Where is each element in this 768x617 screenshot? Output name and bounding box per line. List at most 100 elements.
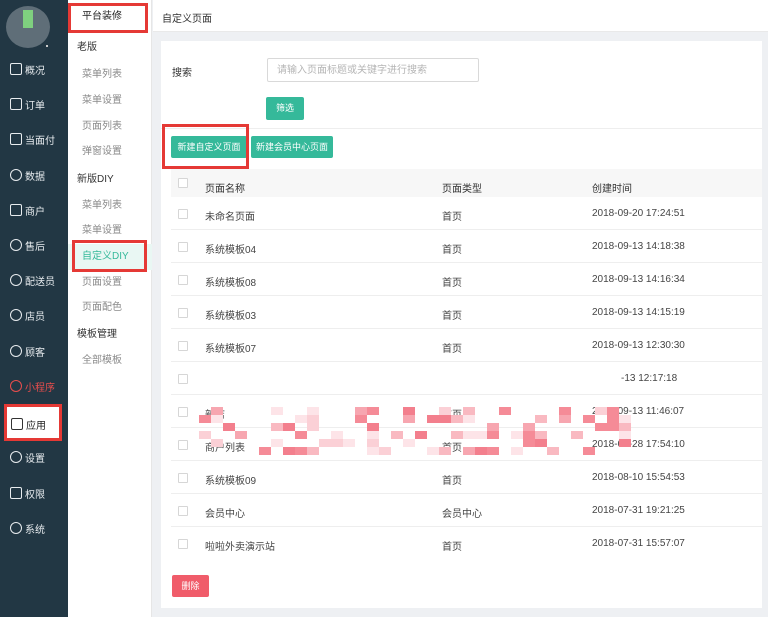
- table-row[interactable]: 系统模板07 首页 2018-09-13 12:30:30: [171, 329, 762, 362]
- nav-item-face-pay[interactable]: 当面付: [0, 122, 68, 156]
- nav-item-permission[interactable]: 权限: [0, 476, 68, 510]
- row-checkbox[interactable]: [178, 242, 188, 252]
- sub-sidebar-title[interactable]: 平台装修: [74, 6, 142, 28]
- settings-icon: [10, 451, 22, 463]
- sub-item-popup-settings-old[interactable]: 弹窗设置: [68, 139, 152, 165]
- new-custom-page-button[interactable]: 新建自定义页面: [171, 136, 247, 158]
- created-time: 2018-07-31 15:57:07: [592, 538, 685, 549]
- page-type: 首页: [442, 344, 462, 355]
- row-checkbox[interactable]: [178, 308, 188, 318]
- page-type: 首页: [442, 212, 462, 223]
- table-row[interactable]: 系统模板04 首页 2018-09-13 14:18:38: [171, 230, 762, 263]
- sub-item-all-templates[interactable]: 全部模板: [68, 348, 152, 374]
- page-name: 系统模板03: [205, 311, 257, 322]
- row-checkbox[interactable]: [178, 374, 188, 384]
- page-name: 系统模板07: [205, 344, 257, 355]
- sub-item-custom-diy[interactable]: 自定义DIY: [68, 244, 152, 270]
- page-name: 系统模板09: [205, 476, 257, 487]
- created-time: 2018-09-20 17:24:51: [592, 208, 685, 219]
- page-type: 首页: [442, 245, 462, 256]
- lock-icon: [10, 487, 22, 499]
- nav-item-customer[interactable]: 顾客: [0, 334, 68, 368]
- created-time: 2018-09-13 11:46:07: [592, 406, 685, 417]
- merchant-icon: [10, 204, 22, 216]
- nav-item-after-sales[interactable]: 售后: [0, 228, 68, 262]
- nav-item-merchant[interactable]: 商户: [0, 193, 68, 227]
- nav-item-app[interactable]: 应用: [6, 407, 60, 441]
- courier-icon: [10, 274, 22, 286]
- page-type: 首页: [442, 476, 462, 487]
- created-time: 2018-09-13 14:15:19: [592, 307, 685, 318]
- column-header-name: 页面名称: [205, 184, 245, 195]
- main-sidebar: 概况 订单 当面付 数据 商户 售后 配送员 店员 顾客 小程序 应用 设置 权…: [0, 0, 68, 617]
- created-time: 2018-09-13 12:30:30: [592, 340, 685, 351]
- table-row[interactable]: 系统模板03 首页 2018-09-13 14:15:19: [171, 296, 762, 329]
- created-time: -13 12:17:18: [621, 373, 678, 384]
- order-icon: [10, 98, 22, 110]
- nav-item-settings[interactable]: 设置: [0, 440, 68, 474]
- table-row[interactable]: 商户列表 首页 2018-08-28 17:54:10: [171, 428, 762, 461]
- search-input[interactable]: [267, 58, 479, 82]
- data-icon: [10, 169, 22, 181]
- created-time: 2018-08-28 17:54:10: [592, 439, 685, 450]
- page-type: 会员中心: [442, 509, 482, 520]
- column-header-type: 页面类型: [442, 184, 482, 195]
- nav-item-overview[interactable]: 概况: [0, 52, 68, 86]
- table-header: 页面名称 页面类型 创建时间: [171, 169, 762, 197]
- row-checkbox[interactable]: [178, 539, 188, 549]
- page-type: 首页: [442, 278, 462, 289]
- nav-item-courier[interactable]: 配送员: [0, 263, 68, 297]
- row-checkbox[interactable]: [178, 275, 188, 285]
- created-time: 2018-08-10 15:54:53: [592, 472, 685, 483]
- table-row[interactable]: 新店 首页 2018-09-13 11:46:07: [171, 395, 762, 428]
- sub-item-menu-settings-old[interactable]: 菜单设置: [68, 88, 152, 114]
- mini-program-icon: [10, 380, 22, 392]
- search-label: 搜索: [172, 68, 192, 79]
- page-name: 系统模板08: [205, 278, 257, 289]
- system-icon: [10, 522, 22, 534]
- sub-item-page-colors[interactable]: 页面配色: [68, 295, 152, 321]
- row-checkbox[interactable]: [178, 440, 188, 450]
- page-name: 商户列表: [205, 443, 245, 454]
- page-name: 会员中心: [205, 509, 245, 520]
- table-row[interactable]: 会员中心 会员中心 2018-07-31 19:21:25: [171, 494, 762, 527]
- row-checkbox[interactable]: [178, 506, 188, 516]
- table-row[interactable]: 啦啦外卖演示站 首页 2018-07-31 15:57:07: [171, 527, 762, 560]
- page-name: 啦啦外卖演示站: [205, 542, 275, 553]
- page-name: 新店: [205, 410, 225, 421]
- divider: [161, 128, 762, 129]
- app-icon: [11, 418, 23, 430]
- delete-button[interactable]: 删除: [172, 575, 209, 597]
- table-row[interactable]: 系统模板09 首页 2018-08-10 15:54:53: [171, 461, 762, 494]
- nav-item-mini-program[interactable]: 小程序: [0, 369, 68, 403]
- table-row[interactable]: 系统模板08 首页 2018-09-13 14:16:34: [171, 263, 762, 296]
- table-row[interactable]: 未命名页面 首页 2018-09-20 17:24:51: [171, 197, 762, 230]
- nav-item-system[interactable]: 系统: [0, 511, 68, 545]
- nav-item-data[interactable]: 数据: [0, 158, 68, 192]
- sub-item-menu-settings-new[interactable]: 菜单设置: [68, 218, 152, 244]
- row-checkbox[interactable]: [178, 473, 188, 483]
- row-checkbox[interactable]: [178, 209, 188, 219]
- page-type: 首页: [442, 542, 462, 553]
- filter-button[interactable]: 筛选: [266, 97, 304, 120]
- sub-group-new: 新版DIY: [77, 174, 114, 185]
- after-sales-icon: [10, 239, 22, 251]
- new-member-center-page-button[interactable]: 新建会员中心页面: [251, 136, 333, 158]
- sub-group-old: 老版: [77, 42, 97, 53]
- row-checkbox[interactable]: [178, 341, 188, 351]
- nav-item-clerk[interactable]: 店员: [0, 298, 68, 332]
- nav-item-order[interactable]: 订单: [0, 87, 68, 121]
- row-checkbox[interactable]: [178, 407, 188, 417]
- created-time: 2018-09-13 14:16:34: [592, 274, 685, 285]
- clerk-icon: [10, 309, 22, 321]
- select-all-checkbox[interactable]: [178, 178, 188, 188]
- table-row[interactable]: -13 12:17:18: [171, 362, 762, 395]
- sub-item-page-list-old[interactable]: 页面列表: [68, 114, 152, 140]
- sub-item-menu-list-old[interactable]: 菜单列表: [68, 62, 152, 88]
- sub-item-page-settings[interactable]: 页面设置: [68, 270, 152, 296]
- sub-sidebar: 平台装修 老版 菜单列表 菜单设置 页面列表 弹窗设置 新版DIY 菜单列表 菜…: [68, 0, 152, 617]
- sub-item-menu-list-new[interactable]: 菜单列表: [68, 193, 152, 219]
- main-panel: 搜索 筛选 新建自定义页面 新建会员中心页面 页面名称 页面类型 创建时间 未命…: [161, 41, 762, 608]
- column-header-time: 创建时间: [592, 184, 632, 195]
- page-header: 自定义页面: [153, 0, 768, 32]
